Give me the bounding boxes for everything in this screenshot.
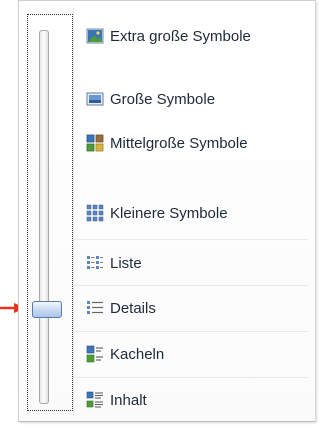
view-slider-track[interactable] — [39, 30, 49, 404]
content-icon — [86, 391, 103, 408]
medium-icons-icon — [86, 134, 104, 152]
list-icon — [87, 256, 103, 269]
view-slider-focus-box — [27, 14, 73, 411]
menu-item-tiles[interactable]: Kacheln — [86, 342, 310, 366]
menu-item-small-icons[interactable]: Kleinere Symbole — [86, 201, 310, 225]
menu-divider — [74, 285, 308, 286]
menu-divider — [74, 377, 308, 378]
menu-item-details[interactable]: Details — [86, 296, 310, 320]
menu-item-label: Details — [110, 299, 156, 317]
extra-large-icons-icon — [86, 28, 104, 44]
large-icons-icon — [86, 92, 104, 106]
menu-column-separator — [73, 8, 74, 416]
menu-item-label: Inhalt — [110, 391, 147, 409]
small-icons-icon — [86, 204, 104, 222]
menu-item-label: Mittelgroße Symbole — [110, 134, 248, 152]
details-icon — [87, 301, 103, 314]
menu-item-label: Liste — [110, 254, 142, 272]
menu-item-medium-icons[interactable]: Mittelgroße Symbole — [86, 131, 310, 155]
menu-item-large-icons[interactable]: Große Symbole — [86, 87, 310, 111]
menu-item-content[interactable]: Inhalt — [86, 388, 310, 412]
menu-item-label: Kleinere Symbole — [110, 204, 228, 222]
menu-item-list[interactable]: Liste — [86, 251, 310, 275]
menu-divider — [74, 239, 308, 240]
menu-item-label: Extra große Symbole — [110, 27, 251, 45]
menu-item-extra-large-icons[interactable]: Extra große Symbole — [86, 24, 310, 48]
tiles-icon — [86, 345, 103, 363]
menu-item-label: Große Symbole — [110, 90, 216, 108]
menu-divider — [74, 331, 308, 332]
view-menu-screen: Extra große Symbole Große Symbole Mittel… — [0, 0, 316, 428]
menu-item-label: Kacheln — [110, 345, 165, 363]
view-slider-thumb[interactable] — [32, 301, 62, 318]
